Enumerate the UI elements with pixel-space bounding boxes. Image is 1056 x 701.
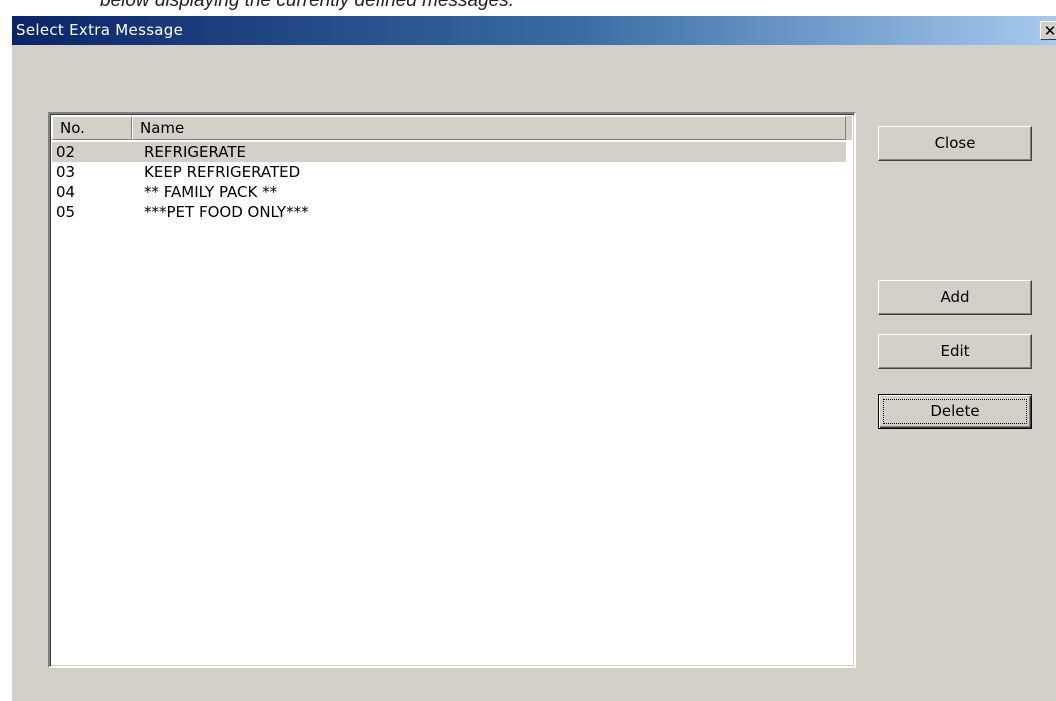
close-button[interactable]: Close <box>878 126 1032 161</box>
row-number: 02 <box>56 143 76 161</box>
list-header: No. Name <box>52 116 852 140</box>
list-row[interactable]: 04 ** FAMILY PACK ** <box>52 182 852 202</box>
document-caption: below displaying the currently defined m… <box>100 0 515 11</box>
row-number: 04 <box>56 183 76 201</box>
row-name: ** FAMILY PACK ** <box>144 183 278 201</box>
row-name: REFRIGERATE <box>144 143 247 161</box>
title-bar[interactable]: Select Extra Message ✕ <box>12 16 1056 45</box>
column-header-no[interactable]: No. <box>52 116 132 140</box>
select-extra-message-dialog: Select Extra Message ✕ No. Name 02 REFRI… <box>12 16 1056 701</box>
add-button[interactable]: Add <box>878 280 1032 315</box>
window-title: Select Extra Message <box>16 21 184 39</box>
row-number: 05 <box>56 203 76 221</box>
row-name: ***PET FOOD ONLY*** <box>144 203 309 221</box>
column-header-name[interactable]: Name <box>132 116 846 140</box>
delete-button-label: Delete <box>930 402 980 420</box>
edit-button[interactable]: Edit <box>878 334 1032 369</box>
delete-button[interactable]: Delete <box>878 394 1032 429</box>
close-icon[interactable]: ✕ <box>1040 21 1056 40</box>
list-row[interactable]: 05 ***PET FOOD ONLY*** <box>52 202 852 222</box>
row-name: KEEP REFRIGERATED <box>144 163 301 181</box>
message-list[interactable]: No. Name 02 REFRIGERATE 03 KEEP REFRIGER… <box>48 112 856 668</box>
row-number: 03 <box>56 163 76 181</box>
list-rows: 02 REFRIGERATE 03 KEEP REFRIGERATED 04 *… <box>52 142 852 222</box>
list-row[interactable]: 02 REFRIGERATE <box>52 142 846 162</box>
list-row[interactable]: 03 KEEP REFRIGERATED <box>52 162 852 182</box>
